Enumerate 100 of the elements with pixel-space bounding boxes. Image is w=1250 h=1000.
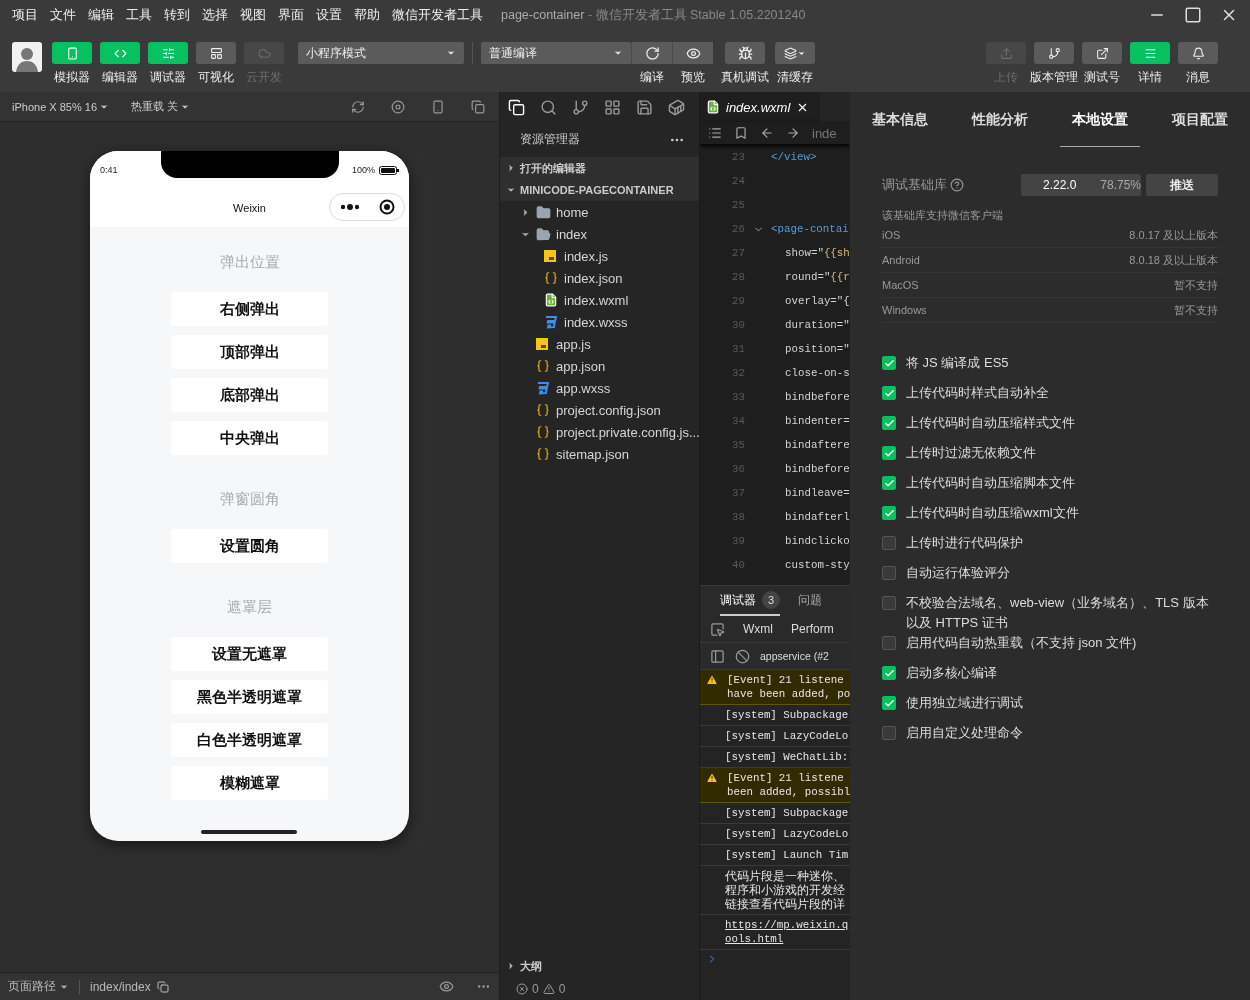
files-icon[interactable]: [508, 98, 525, 116]
checkbox[interactable]: [882, 666, 896, 680]
demo-button[interactable]: 设置无遮罩: [171, 637, 328, 671]
refresh-icon[interactable]: [351, 99, 365, 114]
file-item[interactable]: app.json: [500, 355, 699, 377]
tree-section[interactable]: MINICODE-PAGECONTAINER: [500, 179, 699, 201]
list-icon[interactable]: [708, 126, 722, 140]
bookmark-icon[interactable]: [734, 126, 748, 140]
demo-button[interactable]: 右侧弹出: [171, 292, 328, 326]
menu-item[interactable]: 项目: [6, 6, 44, 24]
file-item[interactable]: index.wxss: [500, 311, 699, 333]
line-number: 34: [731, 415, 745, 427]
panel-tab[interactable]: Wxml: [735, 622, 773, 636]
stop-icon[interactable]: [391, 99, 405, 114]
menu-item[interactable]: 编辑: [82, 6, 120, 24]
toolbar-button[interactable]: [775, 42, 815, 64]
menu-item[interactable]: 微信开发者工具: [386, 6, 489, 24]
demo-button[interactable]: 白色半透明遮罩: [171, 723, 328, 757]
toolbar-button[interactable]: [1082, 42, 1122, 64]
option-label: 启动多核心编译: [906, 664, 997, 682]
file-item[interactable]: sitemap.json: [500, 443, 699, 465]
checkbox[interactable]: [882, 696, 896, 710]
tree-section[interactable]: 打开的编辑器: [500, 157, 699, 179]
hot-reload-select[interactable]: 热重载 关: [131, 99, 191, 114]
forward-icon[interactable]: [786, 126, 800, 140]
details-tab[interactable]: 项目配置: [1150, 92, 1250, 147]
help-icon[interactable]: [950, 178, 964, 192]
checkbox[interactable]: [882, 506, 896, 520]
js-file-icon: [536, 338, 548, 350]
demo-button[interactable]: 顶部弹出: [171, 335, 328, 369]
toolbar-button[interactable]: [631, 42, 672, 64]
back-icon[interactable]: [760, 126, 774, 140]
menu-item[interactable]: 界面: [272, 6, 310, 24]
folder-item[interactable]: home: [500, 201, 699, 223]
console-link[interactable]: https://mp.weixin.q ools.html: [725, 918, 849, 946]
menu-item[interactable]: 帮助: [348, 6, 386, 24]
details-tab[interactable]: 本地设置: [1050, 92, 1150, 147]
menu-item[interactable]: 工具: [120, 6, 158, 24]
checkbox[interactable]: [882, 536, 896, 550]
file-item[interactable]: index.js: [500, 245, 699, 267]
eye-icon[interactable]: [439, 979, 454, 994]
menu-item[interactable]: 文件: [44, 6, 82, 24]
toolbar-button[interactable]: [196, 42, 236, 64]
toolbar-button[interactable]: [1034, 42, 1074, 64]
details-tab[interactable]: 性能分析: [950, 92, 1050, 147]
device-select[interactable]: iPhone X 85% 16: [12, 100, 109, 113]
checkbox[interactable]: [882, 356, 896, 370]
folder-item[interactable]: index: [500, 223, 699, 245]
toolbar-button[interactable]: [1178, 42, 1218, 64]
phone-icon[interactable]: [431, 99, 445, 114]
windows-icon[interactable]: [471, 99, 485, 114]
file-item[interactable]: project.config.json: [500, 399, 699, 421]
save-icon[interactable]: [636, 98, 653, 116]
demo-button[interactable]: 设置圆角: [171, 529, 328, 563]
mode-select[interactable]: 小程序模式: [298, 42, 464, 64]
menu-item[interactable]: 视图: [234, 6, 272, 24]
details-tab[interactable]: 基本信息: [850, 92, 950, 147]
checkbox[interactable]: [882, 566, 896, 580]
capsule-menu[interactable]: [329, 193, 405, 221]
menu-icon: [1143, 46, 1157, 60]
file-item[interactable]: app.wxss: [500, 377, 699, 399]
compile-select[interactable]: 普通编译: [481, 42, 631, 64]
panel-tab[interactable]: Perform: [783, 622, 834, 636]
checkbox[interactable]: [882, 386, 896, 400]
inspect-icon[interactable]: [710, 621, 725, 637]
version-select[interactable]: 2.22.0 78.75%: [1021, 174, 1141, 196]
editor-tab[interactable]: index.wxml: [700, 92, 820, 122]
checkbox[interactable]: [882, 726, 896, 740]
demo-button[interactable]: 模糊遮罩: [171, 766, 328, 800]
page-path-select[interactable]: 页面路径: [8, 978, 69, 995]
debugger-tab[interactable]: 问题: [798, 586, 822, 616]
demo-button[interactable]: 底部弹出: [171, 378, 328, 412]
checkbox[interactable]: [882, 636, 896, 650]
sidebar-icon[interactable]: [710, 648, 725, 664]
checkbox[interactable]: [882, 446, 896, 460]
file-item[interactable]: project.private.config.js...: [500, 421, 699, 443]
checkbox[interactable]: [882, 596, 896, 610]
menu-item[interactable]: 转到: [158, 6, 196, 24]
file-item[interactable]: index.wxml: [500, 289, 699, 311]
tree-section[interactable]: 大纲: [500, 955, 699, 977]
clear-icon[interactable]: [735, 648, 750, 664]
menu-item[interactable]: 设置: [310, 6, 348, 24]
toolbar-button[interactable]: [672, 42, 713, 64]
checkbox[interactable]: [882, 476, 896, 490]
demo-button[interactable]: 中央弹出: [171, 421, 328, 455]
push-button[interactable]: 推送: [1146, 174, 1218, 196]
container-icon[interactable]: [668, 98, 685, 116]
branch-icon[interactable]: [572, 98, 589, 116]
file-item[interactable]: app.js: [500, 333, 699, 355]
copy-icon[interactable]: [156, 980, 169, 993]
menu-item[interactable]: 选择: [196, 6, 234, 24]
breadcrumb[interactable]: inde: [812, 125, 837, 141]
file-item[interactable]: index.json: [500, 267, 699, 289]
grid-icon[interactable]: [604, 98, 621, 116]
search-icon[interactable]: [540, 98, 557, 116]
code-text: bindafterl: [784, 511, 850, 523]
demo-button[interactable]: 黑色半透明遮罩: [171, 680, 328, 714]
checkbox[interactable]: [882, 416, 896, 430]
maximize-icon[interactable]: [1184, 6, 1202, 24]
toolbar-button[interactable]: [725, 42, 765, 64]
